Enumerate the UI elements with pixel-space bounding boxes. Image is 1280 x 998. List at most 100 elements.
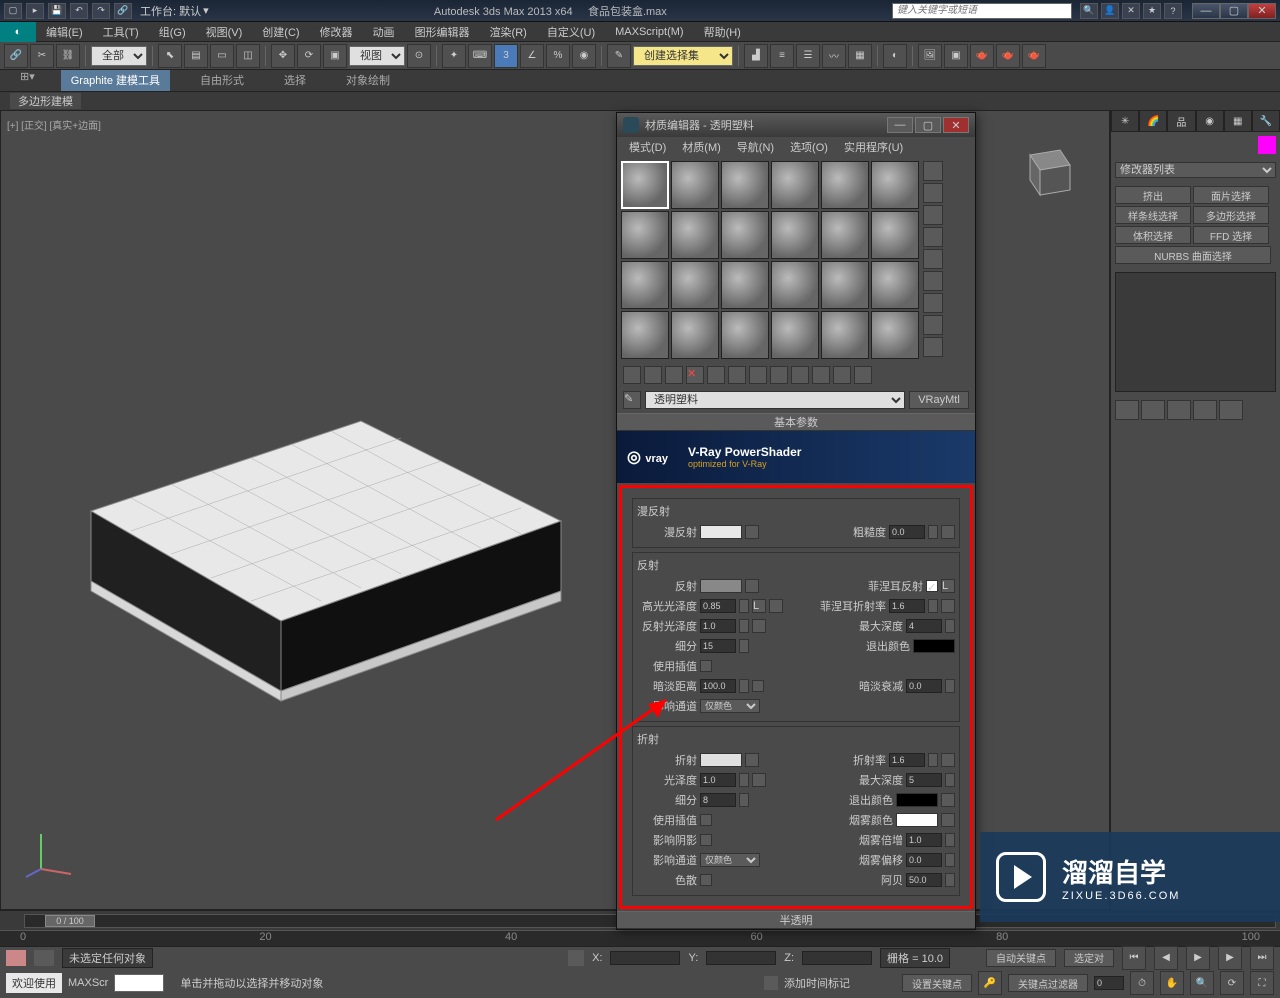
vp-zoom-icon[interactable]: 🔍 [1190, 971, 1214, 995]
mod-btn-volsel[interactable]: 体积选择 [1115, 226, 1191, 244]
dim-fall-spinner[interactable]: 0.0 [906, 679, 942, 693]
refract-color-swatch[interactable] [700, 753, 742, 767]
help-search-input[interactable] [892, 3, 1072, 19]
material-type-button[interactable]: VRayMtl [909, 391, 969, 409]
viewport-label[interactable]: [+] [正交] [真实+边面] [7, 117, 101, 132]
track-bar[interactable]: 020406080100 [0, 930, 1280, 946]
me-slot[interactable] [671, 261, 719, 309]
key-icon[interactable]: 🔑 [978, 971, 1002, 995]
fresnel-lock-button[interactable]: L [941, 579, 955, 593]
mod-btn-patchsel[interactable]: 面片选择 [1193, 186, 1269, 204]
menu-render[interactable]: 渲染(R) [480, 22, 537, 41]
me-go-forward-icon[interactable] [854, 366, 872, 384]
autokey-button[interactable]: 自动关键点 [986, 949, 1056, 967]
me-background-icon[interactable] [923, 205, 943, 225]
material-editor-icon[interactable]: ◐ [883, 44, 907, 68]
refr-maxdepth-spinner[interactable]: 5 [906, 773, 942, 787]
workspace-label[interactable]: 工作台: 默认 [140, 3, 201, 19]
refl-interp-checkbox[interactable] [700, 660, 712, 672]
render-iter-icon[interactable]: 🫖 [1022, 44, 1046, 68]
me-mtl-map-nav-icon[interactable] [923, 337, 943, 357]
play-icon[interactable]: ▶ [1186, 946, 1210, 970]
play-start-icon[interactable]: ⏮ [1122, 946, 1146, 970]
me-select-by-mat-icon[interactable] [923, 315, 943, 335]
cmd-tab-display-icon[interactable]: ▦ [1224, 110, 1252, 132]
configure-icon[interactable] [1219, 400, 1243, 420]
time-config-icon[interactable]: ⏱ [1130, 971, 1154, 995]
lock-icon[interactable] [34, 950, 54, 966]
link-icon[interactable]: 🔗 [4, 44, 28, 68]
make-unique-icon[interactable] [1167, 400, 1191, 420]
ribbon-tab-paint[interactable]: 对象绘制 [336, 70, 400, 91]
signin-icon[interactable]: 👤 [1101, 3, 1119, 19]
refl-subdiv-spinner[interactable]: 15 [700, 639, 736, 653]
rollout-basic-params[interactable]: 基本参数 [617, 413, 975, 431]
add-timetag-label[interactable]: 添加时间标记 [784, 975, 850, 991]
show-end-icon[interactable] [1141, 400, 1165, 420]
menu-create[interactable]: 创建(C) [252, 22, 309, 41]
select-icon[interactable]: ⬉ [158, 44, 182, 68]
dim-dist-spinner[interactable]: 100.0 [700, 679, 736, 693]
mod-btn-ffdsel[interactable]: FFD 选择 [1193, 226, 1269, 244]
me-options-icon[interactable] [923, 293, 943, 313]
me-slot[interactable] [821, 211, 869, 259]
me-video-check-icon[interactable] [923, 249, 943, 269]
ribbon-tab-select[interactable]: 选择 [274, 70, 316, 91]
refr-channel-dropdown[interactable]: 仅颜色 [700, 853, 760, 867]
me-slot[interactable] [671, 311, 719, 359]
viewcube[interactable] [1010, 140, 1080, 210]
me-sample-type-icon[interactable] [923, 161, 943, 181]
refl-channel-dropdown[interactable]: 仅颜色 [700, 699, 760, 713]
qa-save-icon[interactable]: 💾 [48, 3, 66, 19]
me-menu-options[interactable]: 选项(O) [784, 137, 834, 157]
me-show-end-icon[interactable] [812, 366, 830, 384]
minimize-button[interactable]: — [1192, 3, 1220, 19]
qa-link-icon[interactable]: 🔗 [114, 3, 132, 19]
maximize-button[interactable]: ▢ [1220, 3, 1248, 19]
play-next-icon[interactable]: ▶ [1218, 946, 1242, 970]
me-uv-tiling-icon[interactable] [923, 227, 943, 247]
me-menu-nav[interactable]: 导航(N) [731, 137, 780, 157]
cmd-tab-utility-icon[interactable]: 🔧 [1252, 110, 1280, 132]
refr-interp-checkbox[interactable] [700, 814, 712, 826]
me-slot[interactable] [771, 211, 819, 259]
keyboard-icon[interactable]: ⌨ [468, 44, 492, 68]
me-pick-icon[interactable]: ✎ [623, 391, 641, 409]
me-preview-icon[interactable] [923, 271, 943, 291]
roughness-map-button[interactable] [941, 525, 955, 539]
fresnel-checkbox[interactable]: ✓ [926, 580, 938, 592]
me-reset-icon[interactable]: ✕ [686, 366, 704, 384]
percent-snap-icon[interactable]: % [546, 44, 570, 68]
me-slot[interactable] [671, 161, 719, 209]
hilight-gloss-spinner[interactable]: 0.85 [700, 599, 736, 613]
object-color-swatch[interactable] [1258, 136, 1276, 154]
ior-spinner[interactable]: 1.6 [889, 753, 925, 767]
pin-stack-icon[interactable] [1115, 400, 1139, 420]
modifier-list-dropdown[interactable]: 修改器列表 [1115, 162, 1276, 178]
me-assign-sel-icon[interactable] [665, 366, 683, 384]
favorites-icon[interactable]: ★ [1143, 3, 1161, 19]
me-slot[interactable] [771, 161, 819, 209]
mod-btn-polysel[interactable]: 多边形选择 [1193, 206, 1269, 224]
play-prev-icon[interactable]: ◀ [1154, 946, 1178, 970]
scale-icon[interactable]: ▣ [323, 44, 347, 68]
me-minimize-button[interactable]: — [887, 117, 913, 133]
me-show-in-vp-icon[interactable] [791, 366, 809, 384]
render-icon[interactable]: 🫖 [970, 44, 994, 68]
qa-redo-icon[interactable]: ↷ [92, 3, 110, 19]
mod-btn-extrude[interactable]: 挤出 [1115, 186, 1191, 204]
qa-new-icon[interactable]: ▢ [4, 3, 22, 19]
roughness-spinner[interactable]: 0.0 [889, 525, 925, 539]
rollout-translucent[interactable]: 半透明 [617, 911, 975, 929]
me-slot[interactable] [671, 211, 719, 259]
reflect-map-button[interactable] [745, 579, 759, 593]
fog-bias-spinner[interactable]: 0.0 [906, 853, 942, 867]
coord-y-input[interactable] [706, 951, 776, 965]
tag-icon[interactable] [764, 976, 778, 990]
me-close-button[interactable]: ✕ [943, 117, 969, 133]
reflect-color-swatch[interactable] [700, 579, 742, 593]
refl-maxdepth-spinner[interactable]: 4 [906, 619, 942, 633]
refl-gloss-spinner[interactable]: 1.0 [700, 619, 736, 633]
me-slot[interactable] [621, 261, 669, 309]
diffuse-map-button[interactable] [745, 525, 759, 539]
